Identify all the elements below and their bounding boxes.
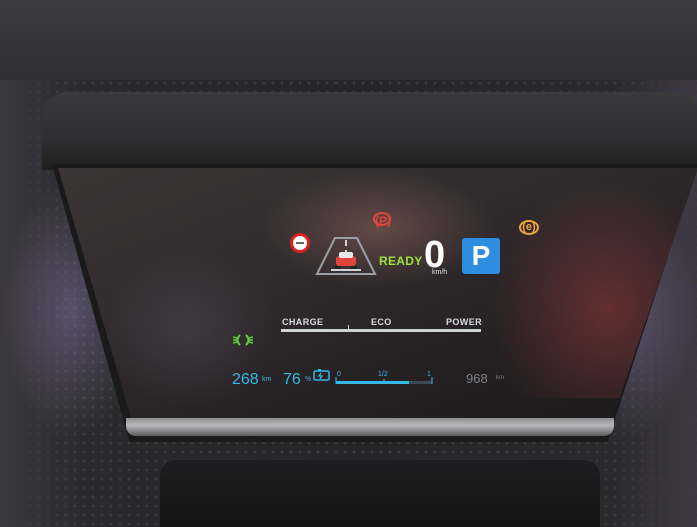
gauge-label-empty: 0 — [337, 371, 341, 378]
speed-unit: km/h — [432, 269, 448, 276]
odometer-value: 968 — [466, 371, 488, 386]
range-value: 268 — [232, 371, 259, 388]
power-scale-label-charge: CHARGE — [282, 317, 324, 327]
steering-column-trim — [160, 460, 600, 527]
cluster-bottom-rim — [126, 418, 614, 436]
battery-gauge: 0 1/2 1 — [335, 371, 433, 384]
instrument-cluster-screen — [58, 168, 697, 431]
battery-percent-unit: % — [305, 376, 312, 383]
battery-gauge-fill — [336, 381, 409, 384]
instrument-hood — [42, 92, 697, 170]
parking-brake-icon: (P) — [373, 212, 391, 228]
lane-assist-road-icon — [315, 237, 377, 275]
battery-charge-icon — [313, 369, 330, 381]
electric-parking-brake-icon: (e) — [519, 220, 539, 235]
power-scale-tick — [348, 325, 349, 330]
ready-indicator: READY — [379, 254, 423, 268]
gear-indicator: P — [462, 238, 500, 274]
power-scale-label-eco: ECO — [371, 317, 392, 327]
low-beam-lights-icon — [232, 334, 254, 346]
gauge-label-half: 1/2 — [378, 371, 388, 378]
gauge-label-full: 1 — [427, 371, 431, 378]
power-scale-bar — [281, 329, 481, 332]
power-scale-label-power: POWER — [446, 317, 483, 327]
speed-limit-sign-icon — [290, 233, 310, 253]
battery-percent-value: 76 — [283, 371, 301, 388]
car-dashboard-photo: (P) (e) READY 0 km/h P CHARGE ECO POWER … — [0, 0, 697, 527]
range-unit: km — [262, 376, 272, 383]
odometer-unit: km — [496, 375, 504, 381]
